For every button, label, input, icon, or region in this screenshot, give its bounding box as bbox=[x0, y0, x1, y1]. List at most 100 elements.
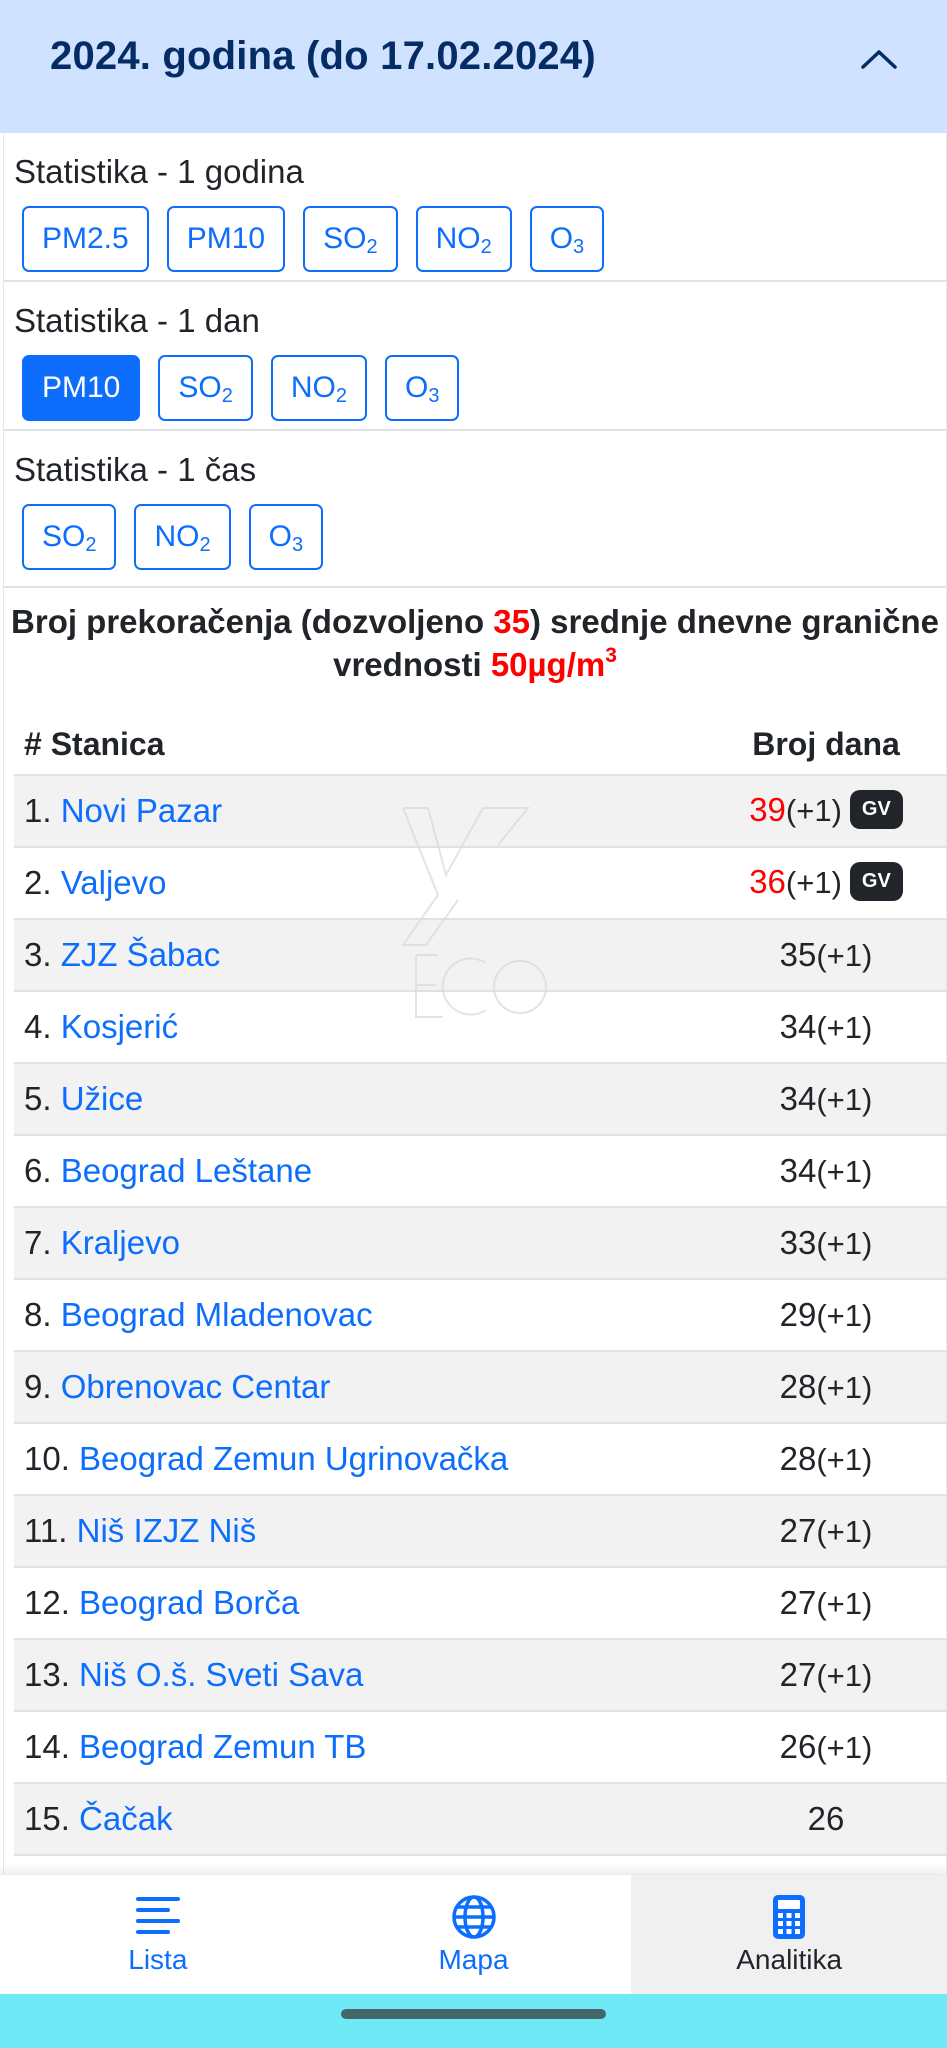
content-area: Statistika - 1 godina PM2.5 PM10 SO 2 NO 2 O 3 … bbox=[3, 133, 947, 1928]
station-link[interactable]: Kraljevo bbox=[61, 1224, 180, 1261]
pollutant-button-o[interactable]: O3 bbox=[248, 504, 324, 570]
row-index: 7. bbox=[24, 1224, 52, 1261]
nav-label-mapa: Mapa bbox=[438, 1943, 509, 1975]
row-index: 13. bbox=[24, 1656, 70, 1693]
days-increment: (+1) bbox=[785, 792, 842, 828]
days-count: 28 bbox=[779, 1440, 817, 1477]
nav-label-lista: Lista bbox=[128, 1943, 188, 1975]
table-row: 8. Beograd Mladenovac 29(+1) bbox=[14, 1279, 946, 1352]
days-increment: (+1) bbox=[816, 1370, 873, 1405]
station-link[interactable]: Beograd Zemun Ugrinovačka bbox=[79, 1440, 508, 1477]
column-header-days: Broj dana bbox=[706, 715, 946, 776]
row-index: 4. bbox=[24, 1008, 52, 1045]
days-cell: 29(+1) bbox=[706, 1279, 946, 1352]
station-cell: 8. Beograd Mladenovac bbox=[14, 1279, 706, 1352]
days-cell: 34(+1) bbox=[706, 991, 946, 1064]
pollutant-button-o[interactable]: O3 bbox=[384, 355, 460, 421]
days-cell: 27(+1) bbox=[706, 1639, 946, 1712]
stats-day-title: Statistika - 1 dan bbox=[14, 302, 260, 339]
gesture-handle[interactable] bbox=[341, 2009, 606, 2019]
station-link[interactable]: Obrenovac Centar bbox=[61, 1368, 331, 1405]
list-icon bbox=[135, 1896, 180, 1934]
days-increment: (+1) bbox=[816, 1154, 873, 1189]
nav-analitika[interactable]: Analitika bbox=[631, 1875, 947, 1994]
days-increment: (+1) bbox=[816, 1586, 873, 1621]
days-increment: (+1) bbox=[816, 1730, 873, 1765]
stats-hour-section: Statistika - 1 čas SO 2 NO 2 O 3 bbox=[4, 431, 946, 588]
pollutant-button-no[interactable]: NO 2 bbox=[134, 504, 231, 570]
pollutant-button-so[interactable]: SO 2 bbox=[158, 355, 253, 421]
days-count: 26 bbox=[779, 1728, 817, 1765]
station-link[interactable]: Novi Pazar bbox=[61, 792, 222, 829]
pollutant-button-pm10[interactable]: PM10 bbox=[22, 355, 141, 421]
table-row: 5. Užice 34(+1) bbox=[14, 1063, 946, 1136]
row-index: 8. bbox=[24, 1296, 52, 1333]
days-cell: 33(+1) bbox=[706, 1207, 946, 1280]
limit-value: 50µg/m3 bbox=[490, 644, 617, 683]
station-link[interactable]: Beograd Mladenovac bbox=[61, 1296, 373, 1333]
station-link[interactable]: Beograd Borča bbox=[79, 1584, 299, 1621]
row-index: 1. bbox=[24, 792, 52, 829]
row-index: 15. bbox=[24, 1800, 70, 1837]
station-link[interactable]: Niš O.š. Sveti Sava bbox=[79, 1656, 363, 1693]
station-cell: 14. Beograd Zemun TB bbox=[14, 1711, 706, 1784]
row-index: 9. bbox=[24, 1368, 52, 1405]
section-header[interactable]: 2024. godina (do 17.02.2024) bbox=[0, 0, 947, 133]
chevron-up-icon[interactable] bbox=[855, 35, 903, 83]
stats-day-buttons: PM10 SO 2 NO 2 O 3 bbox=[14, 337, 946, 429]
pollutant-button-o[interactable]: O3 bbox=[529, 206, 605, 272]
days-increment: (+1) bbox=[816, 1082, 873, 1117]
pollutant-button-no[interactable]: NO 2 bbox=[415, 206, 512, 272]
pollutant-button-so[interactable]: SO 2 bbox=[303, 206, 398, 272]
pollutant-button-pm10[interactable]: PM10 bbox=[166, 206, 286, 272]
calculator-icon bbox=[773, 1894, 806, 1939]
row-index: 14. bbox=[24, 1728, 70, 1765]
station-link[interactable]: ZJZ Šabac bbox=[61, 936, 221, 973]
station-link[interactable]: Beograd Leštane bbox=[61, 1152, 312, 1189]
stats-hour-title: Statistika - 1 čas bbox=[14, 451, 257, 488]
days-cell: 35(+1) bbox=[706, 919, 946, 992]
stats-day-section: Statistika - 1 dan PM10 SO 2 NO 2 O 3 bbox=[4, 282, 946, 431]
row-index: 2. bbox=[24, 864, 52, 901]
table-row: 1. Novi Pazar 39(+1) GV bbox=[14, 775, 946, 848]
station-cell: 6. Beograd Leštane bbox=[14, 1135, 706, 1208]
days-count: 34 bbox=[779, 1152, 817, 1189]
station-link[interactable]: Niš IZJZ Niš bbox=[77, 1512, 257, 1549]
station-cell: 3. ZJZ Šabac bbox=[14, 919, 706, 992]
days-count: 34 bbox=[779, 1008, 817, 1045]
station-link[interactable]: Valjevo bbox=[61, 864, 167, 901]
table-row: 3. ZJZ Šabac 35(+1) bbox=[14, 919, 946, 992]
days-cell: 34(+1) bbox=[706, 1063, 946, 1136]
table-row: 10. Beograd Zemun Ugrinovačka 28(+1) bbox=[14, 1423, 946, 1496]
station-link[interactable]: Čačak bbox=[79, 1800, 173, 1837]
days-count: 34 bbox=[779, 1080, 817, 1117]
station-cell: 1. Novi Pazar bbox=[14, 775, 706, 848]
table-row: 6. Beograd Leštane 34(+1) bbox=[14, 1135, 946, 1208]
days-increment: (+1) bbox=[785, 864, 842, 900]
days-increment: (+1) bbox=[816, 1658, 873, 1693]
station-cell: 13. Niš O.š. Sveti Sava bbox=[14, 1639, 706, 1712]
station-link[interactable]: Beograd Zemun TB bbox=[79, 1728, 366, 1765]
pollutant-button-pm25[interactable]: PM2.5 bbox=[22, 206, 149, 272]
stats-year-buttons: PM2.5 PM10 SO 2 NO 2 O 3 bbox=[14, 188, 946, 280]
allowed-count: 35 bbox=[493, 603, 531, 640]
pollutant-button-no[interactable]: NO 2 bbox=[270, 355, 367, 421]
table-row: 14. Beograd Zemun TB 26(+1) bbox=[14, 1711, 946, 1784]
days-count: 27 bbox=[779, 1584, 817, 1621]
station-cell: 5. Užice bbox=[14, 1063, 706, 1136]
nav-mapa[interactable]: Mapa bbox=[316, 1875, 632, 1994]
nav-lista[interactable]: Lista bbox=[0, 1875, 316, 1994]
station-cell: 11. Niš IZJZ Niš bbox=[14, 1495, 706, 1568]
station-link[interactable]: Užice bbox=[61, 1080, 144, 1117]
gv-badge: GV bbox=[849, 790, 903, 830]
bottom-navigation: Lista Mapa Analitika bbox=[0, 1874, 947, 1994]
gv-badge: GV bbox=[849, 862, 903, 902]
station-link[interactable]: Kosjerić bbox=[61, 1008, 178, 1045]
section-title: 2024. godina (do 17.02.2024) bbox=[50, 34, 596, 78]
pollutant-button-so[interactable]: SO 2 bbox=[22, 504, 117, 570]
table-row: 11. Niš IZJZ Niš 27(+1) bbox=[14, 1495, 946, 1568]
row-index: 11. bbox=[24, 1512, 68, 1549]
nav-label-analitika: Analitika bbox=[736, 1943, 843, 1975]
days-increment: (+1) bbox=[816, 1514, 873, 1549]
stats-year-title: Statistika - 1 godina bbox=[14, 153, 304, 190]
